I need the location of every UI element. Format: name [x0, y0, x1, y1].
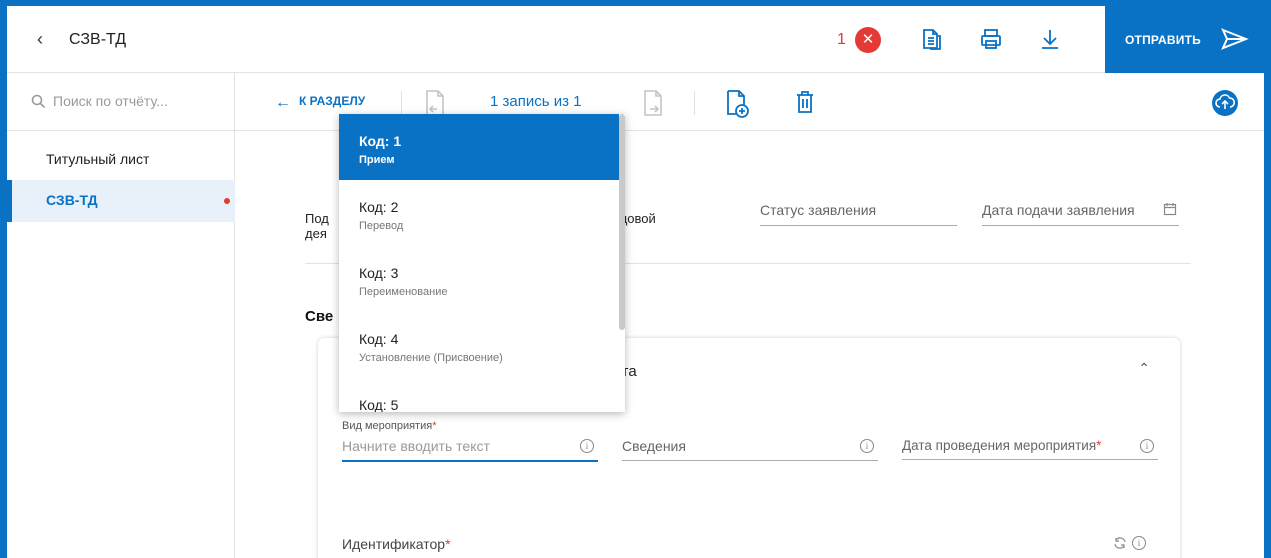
download-icon[interactable] [1037, 26, 1063, 52]
search-placeholder: Поиск по отчёту... [53, 93, 168, 109]
info-icon[interactable]: i [1132, 536, 1146, 550]
dropdown-option[interactable]: Код: 1 Прием [339, 114, 619, 180]
scrollbar[interactable] [619, 114, 625, 330]
option-code: Код: 3 [359, 265, 399, 281]
option-desc: Переименование [359, 286, 448, 298]
info-icon[interactable]: i [860, 439, 874, 453]
sidebar-item-label: Титульный лист [46, 151, 150, 167]
event-date-label: Дата проведения мероприятия [902, 438, 1097, 453]
option-desc: Перевод [359, 220, 404, 232]
identifier-label: Идентификатор* [342, 536, 451, 552]
sidebar-item-title-page[interactable]: Титульный лист [7, 139, 235, 181]
to-section-label: К РАЗДЕЛУ [299, 94, 366, 108]
info-field-label: Сведения [622, 438, 686, 454]
option-code: Код: 4 [359, 331, 399, 347]
required-mark: * [445, 536, 451, 552]
error-dot [224, 198, 230, 204]
submission-date-label: Дата подачи заявления [982, 202, 1135, 218]
cloud-upload-icon[interactable] [1212, 90, 1238, 116]
print-icon[interactable] [978, 26, 1004, 52]
sidebar-item-szv-td[interactable]: СЗВ-ТД [7, 180, 235, 222]
error-count-badge: 1 [837, 31, 846, 48]
event-type-placeholder: Начните вводить текст [342, 438, 490, 454]
refresh-icon[interactable] [1112, 535, 1128, 556]
option-code: Код: 1 [359, 133, 402, 149]
info-icon[interactable]: i [1140, 439, 1154, 453]
copy-document-icon[interactable] [919, 26, 945, 52]
lead-label-line2: дея [305, 226, 327, 241]
dropdown-option[interactable]: Код: 4 Установление (Присвоение) [339, 312, 619, 378]
app-window: ‹ СЗВ-ТД 1 ✕ ОТПРАВИТЬ Поиск по отчёту..… [7, 6, 1264, 558]
send-icon [1221, 27, 1249, 56]
required-mark: * [1096, 438, 1102, 453]
option-code: Код: 5 [359, 397, 399, 412]
trash-icon[interactable] [794, 89, 816, 120]
dropdown-option[interactable]: Код: 2 Перевод [339, 180, 619, 246]
add-record-icon[interactable] [724, 89, 750, 124]
header-bar: ‹ СЗВ-ТД 1 ✕ ОТПРАВИТЬ [7, 6, 1264, 73]
chevron-up-icon[interactable]: ⌃ [1138, 360, 1150, 377]
section-title-head: Све [305, 308, 334, 325]
option-code: Код: 2 [359, 199, 399, 215]
option-desc: Установление (Присвоение) [359, 352, 503, 364]
divider [694, 91, 695, 115]
identifier-label-text: Идентификатор [342, 536, 446, 552]
dropdown-option[interactable]: Код: 3 Переименование [339, 246, 619, 312]
info-icon[interactable]: i [580, 439, 594, 453]
event-type-label: Вид мероприятия* [342, 420, 436, 432]
next-record-icon[interactable] [641, 89, 665, 122]
calendar-icon[interactable] [1163, 202, 1177, 219]
dropdown-option[interactable]: Код: 5 [339, 378, 619, 412]
submission-date-field[interactable]: Дата подачи заявления [982, 202, 1179, 226]
status-field[interactable]: Статус заявления [760, 202, 957, 226]
event-type-dropdown: Код: 1 Прием Код: 2 Перевод Код: 3 Переи… [339, 114, 625, 412]
status-field-label: Статус заявления [760, 202, 877, 218]
close-icon[interactable]: ✕ [855, 27, 881, 53]
required-mark: * [432, 420, 437, 432]
chevron-left-icon[interactable]: ‹ [37, 29, 43, 50]
option-desc: Прием [359, 154, 395, 166]
page-title: СЗВ-ТД [69, 31, 127, 48]
to-section-button[interactable]: ← К РАЗДЕЛУ [275, 94, 365, 112]
lead-label-start: Под [305, 211, 329, 226]
divider [401, 91, 402, 115]
arrow-left-icon: ← [275, 94, 291, 111]
record-counter: 1 запись из 1 [490, 93, 582, 110]
event-type-input[interactable]: Начните вводить текст i [342, 438, 598, 462]
search-input[interactable]: Поиск по отчёту... [7, 73, 234, 131]
sidebar-item-label: СЗВ-ТД [46, 192, 98, 208]
send-button[interactable]: ОТПРАВИТЬ [1105, 6, 1264, 73]
event-date-field[interactable]: Дата проведения мероприятия* i [902, 438, 1158, 460]
sidebar: Поиск по отчёту... Титульный лист СЗВ-ТД [7, 73, 235, 558]
send-button-label: ОТПРАВИТЬ [1125, 33, 1201, 47]
event-type-label-text: Вид мероприятия [342, 420, 433, 432]
info-field[interactable]: Сведения i [622, 438, 878, 461]
search-icon [31, 94, 46, 114]
